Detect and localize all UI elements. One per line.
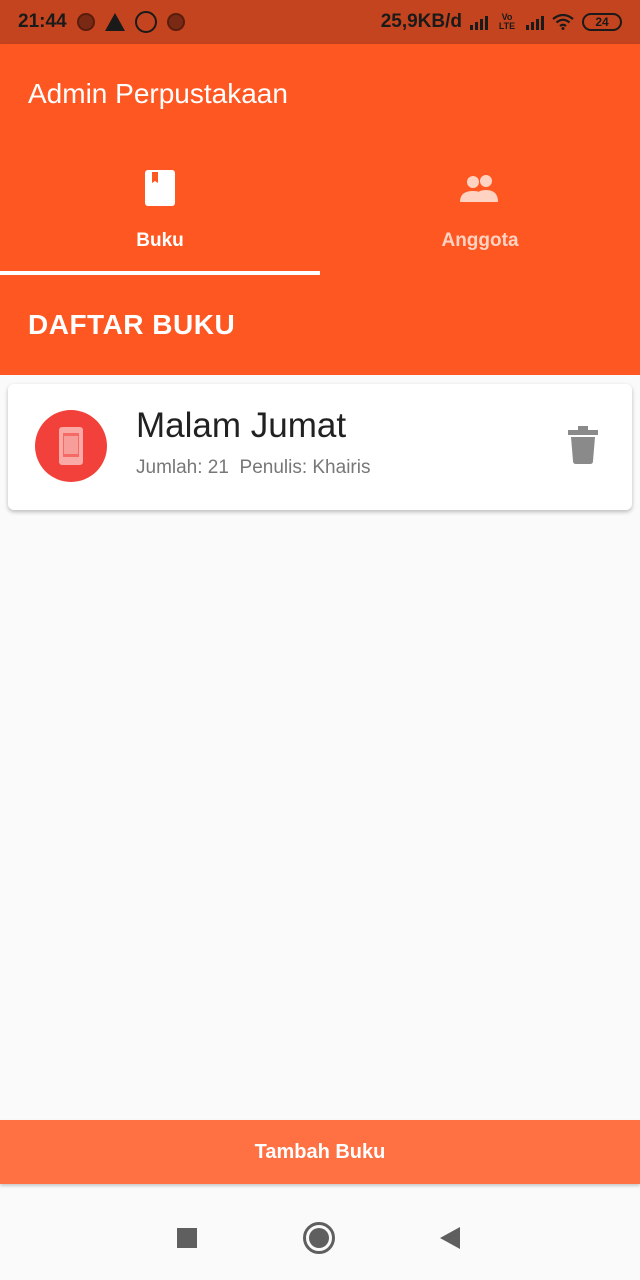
- warning-icon: [104, 13, 125, 31]
- recent-apps-icon[interactable]: [177, 1228, 197, 1248]
- people-icon: [456, 168, 504, 208]
- system-nav-bar: [0, 1192, 640, 1280]
- add-book-button[interactable]: Tambah Buku: [0, 1120, 640, 1184]
- app-bar: Admin Perpustakaan Buku Anggota: [0, 44, 640, 275]
- tab-anggota[interactable]: Anggota: [320, 164, 640, 275]
- delete-icon[interactable]: [568, 426, 598, 464]
- book-penulis: Penulis: Khairis: [239, 457, 371, 478]
- book-jumlah: Jumlah: 21: [136, 457, 229, 478]
- signal-icon: [470, 14, 488, 30]
- section-title: DAFTAR BUKU: [28, 309, 236, 340]
- volte-label: Vo LTE: [498, 12, 516, 31]
- status-bar: 21:44 25,9KB/d Vo LTE 24: [0, 0, 640, 44]
- book-list-item[interactable]: Malam Jumat Jumlah: 21 Penulis: Khairis: [8, 384, 632, 510]
- book-details: Jumlah: 21 Penulis: Khairis: [136, 457, 370, 479]
- wifi-icon: [552, 14, 574, 30]
- book-title: Malam Jumat: [136, 406, 347, 445]
- battery-icon: 24: [582, 13, 622, 31]
- home-icon[interactable]: [303, 1222, 335, 1254]
- notification-dot-icon: [76, 13, 95, 31]
- whatsapp-icon: [134, 11, 157, 33]
- book-cover-icon: [59, 427, 83, 465]
- section-header: DAFTAR BUKU: [0, 275, 640, 375]
- app-title: Admin Perpustakaan: [28, 78, 288, 109]
- back-icon[interactable]: [440, 1227, 460, 1249]
- network-speed: 25,9KB/d: [380, 11, 462, 32]
- signal-icon: [526, 14, 544, 30]
- book-icon: [136, 168, 184, 208]
- tab-buku[interactable]: Buku: [0, 164, 320, 275]
- book-avatar: [35, 410, 107, 482]
- tab-bar: Buku Anggota: [0, 164, 640, 275]
- tab-label: Anggota: [441, 230, 519, 251]
- tab-label: Buku: [136, 230, 184, 251]
- notification-dot-icon: [166, 13, 185, 31]
- status-time: 21:44: [18, 11, 67, 32]
